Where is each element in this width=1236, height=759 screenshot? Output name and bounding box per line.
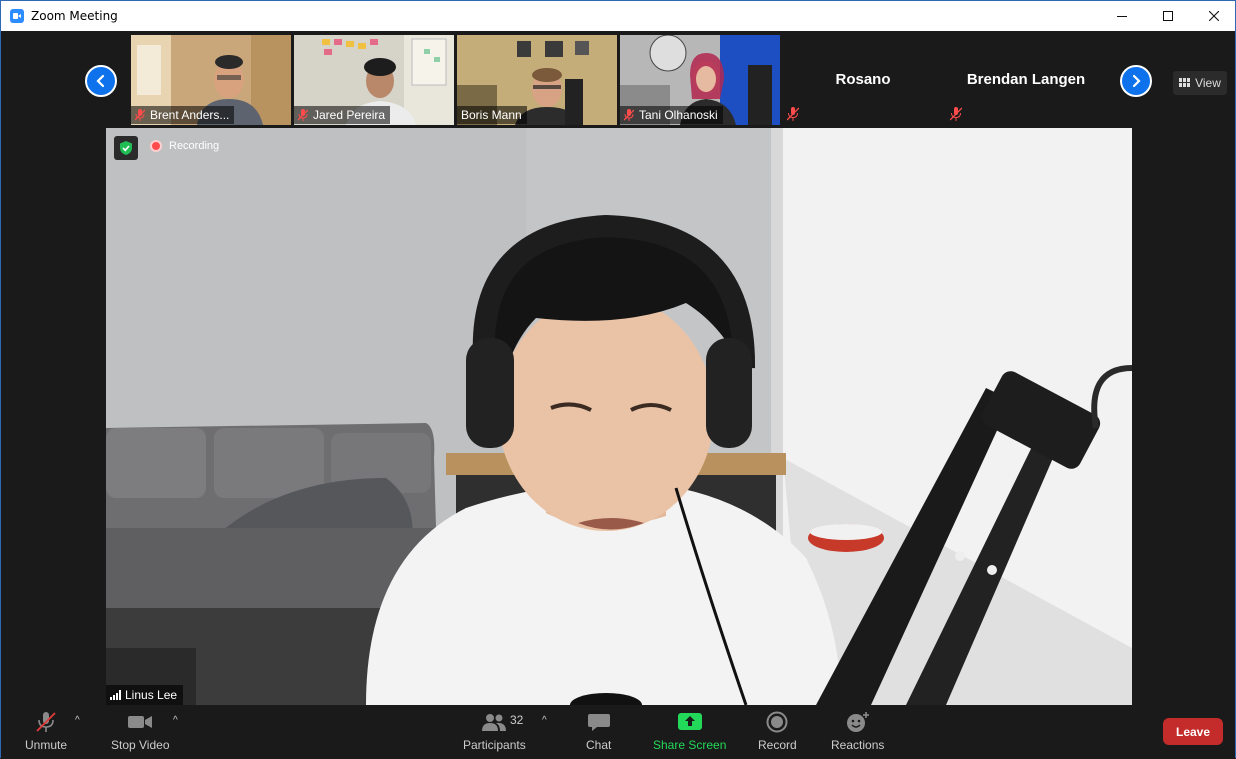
participants-label: Participants [463, 738, 526, 752]
participant-tile[interactable]: Rosano [783, 35, 943, 125]
participant-name: Jared Pereira [313, 108, 386, 122]
share-screen-icon [677, 713, 702, 730]
record-label: Record [758, 738, 797, 752]
participant-label: Brent Anders... [131, 106, 235, 124]
recording-indicator[interactable]: Recording [150, 140, 219, 152]
meeting-toolbar: Unmute ^ Stop Video ^ Participants 32 ^ … [1, 705, 1235, 759]
reactions-button[interactable]: Reactions [831, 711, 884, 752]
participant-name: Rosano [835, 71, 891, 88]
video-camera-icon [128, 716, 153, 728]
speaker-video-frame [106, 128, 1132, 705]
participant-label: Jared Pereira [294, 106, 391, 124]
share-screen-label: Share Screen [653, 738, 727, 752]
close-icon [1209, 11, 1219, 21]
active-speaker-video[interactable]: Recording Linus Lee [106, 128, 1132, 705]
recording-dot-icon [150, 140, 162, 152]
next-page-button[interactable] [1120, 65, 1152, 97]
minimize-icon [1117, 16, 1127, 17]
participants-options-caret-icon[interactable]: ^ [542, 715, 547, 726]
participant-tile[interactable]: Brendan Langen [946, 35, 1106, 125]
participant-strip: Brent Anders... Jared Pereira Boris Mann… [1, 31, 1235, 127]
zoom-window: Zoom Meeting Brent Anders... Jared Perei… [0, 0, 1236, 759]
mic-muted-icon [298, 109, 308, 121]
participant-name: Tani Olhanoski [639, 108, 718, 122]
participant-tile[interactable]: Jared Pereira [294, 35, 454, 125]
stop-video-button[interactable]: Stop Video [111, 711, 170, 752]
chat-button[interactable]: Chat [586, 711, 611, 752]
participant-name: Brendan Langen [966, 71, 1086, 88]
participant-name: Boris Mann [461, 108, 522, 122]
previous-page-button[interactable] [85, 65, 117, 97]
participant-tile[interactable]: Boris Mann [457, 35, 617, 125]
mic-muted-icon [950, 107, 962, 121]
unmute-button[interactable]: Unmute [25, 711, 67, 752]
reactions-smiley-icon [846, 712, 869, 732]
speaker-name-label: Linus Lee [106, 685, 184, 705]
recording-label: Recording [169, 140, 220, 152]
signal-strength-icon [110, 690, 121, 700]
window-title: Zoom Meeting [31, 9, 118, 23]
maximize-icon [1163, 11, 1173, 21]
mic-muted-icon [624, 109, 634, 121]
video-options-caret-icon[interactable]: ^ [173, 715, 178, 726]
maximize-button[interactable] [1145, 1, 1191, 31]
chat-bubble-icon [587, 714, 610, 731]
stop-video-label: Stop Video [111, 738, 170, 752]
speaker-name: Linus Lee [125, 688, 178, 702]
share-screen-button[interactable]: Share Screen [653, 711, 726, 752]
record-icon [766, 711, 788, 733]
participant-tile[interactable]: Tani Olhanoski [620, 35, 780, 125]
reactions-label: Reactions [831, 738, 885, 752]
mic-muted-icon [135, 109, 145, 121]
mic-muted-icon [787, 107, 799, 121]
security-shield-icon[interactable] [114, 136, 138, 160]
chevron-right-icon [1132, 74, 1141, 88]
minimize-button[interactable] [1099, 1, 1145, 31]
participant-tile[interactable]: Brent Anders... [131, 35, 291, 125]
view-button[interactable]: View [1173, 71, 1227, 95]
chevron-left-icon [96, 74, 105, 88]
participants-icon [482, 714, 507, 731]
unmute-label: Unmute [25, 738, 68, 752]
zoom-app-icon [10, 9, 24, 23]
participant-label: Tani Olhanoski [620, 106, 723, 124]
view-label: View [1195, 76, 1221, 90]
participant-label: Boris Mann [457, 106, 527, 124]
participant-name: Brent Anders... [150, 108, 230, 122]
close-button[interactable] [1191, 1, 1236, 31]
grid-view-icon [1179, 78, 1191, 87]
chat-label: Chat [586, 738, 612, 752]
participants-count-badge: 32 [510, 713, 524, 727]
record-button[interactable]: Record [758, 711, 797, 752]
leave-button[interactable]: Leave [1163, 718, 1223, 745]
audio-options-caret-icon[interactable]: ^ [75, 715, 80, 726]
mic-muted-icon [36, 712, 56, 732]
title-bar: Zoom Meeting [1, 1, 1235, 31]
